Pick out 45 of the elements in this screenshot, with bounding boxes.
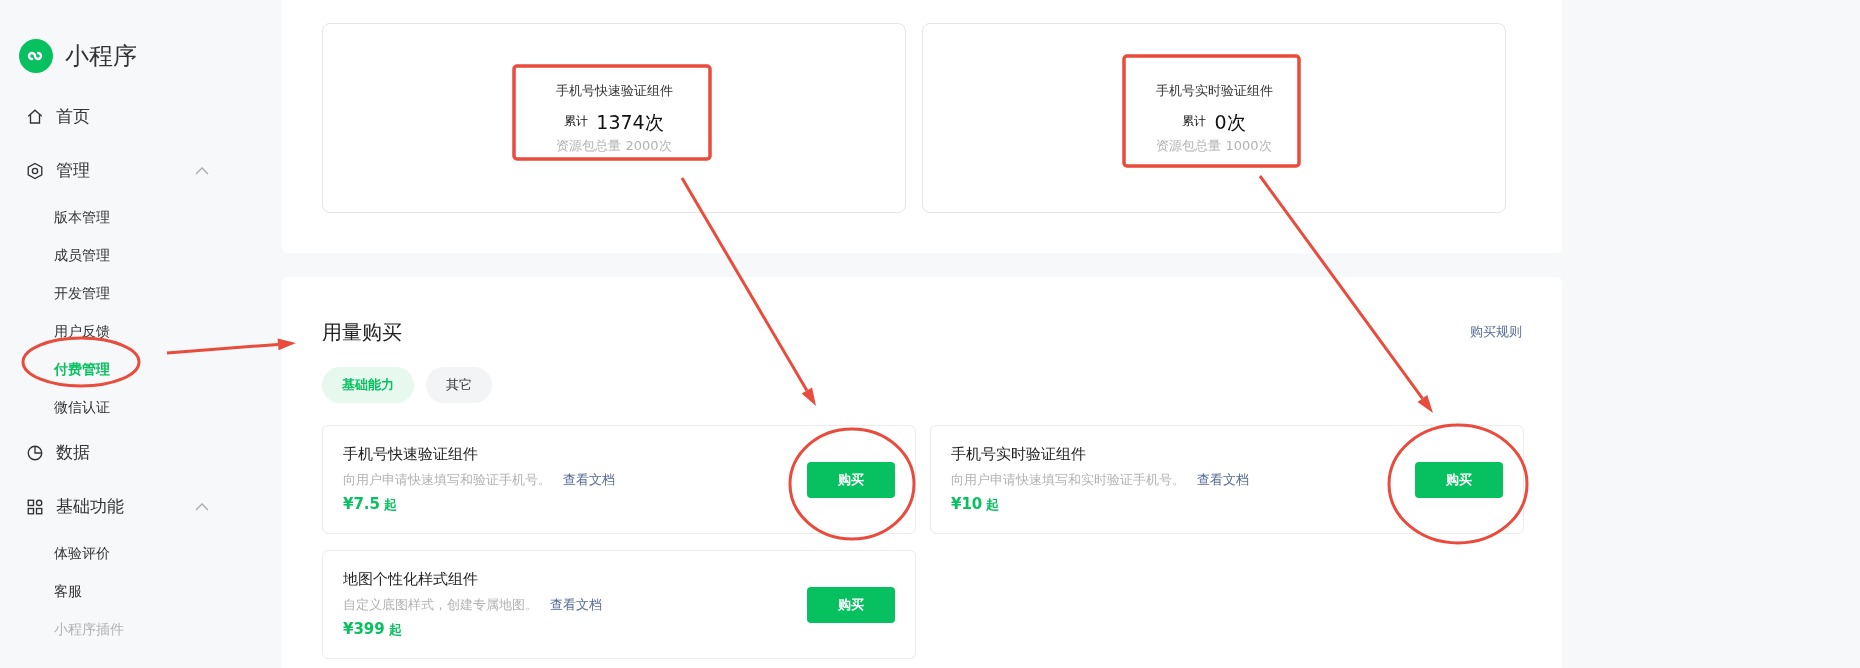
- chevron-icon[interactable]: [195, 503, 209, 511]
- docs-link[interactable]: 查看文档: [550, 594, 602, 615]
- nav-item[interactable]: 首页: [56, 104, 90, 130]
- grid-icon: [26, 498, 44, 516]
- rules-link[interactable]: 购买规则: [1470, 322, 1522, 342]
- price-suffix: 起: [986, 496, 1000, 515]
- section-title: 用量购买: [322, 319, 402, 346]
- usage-label: 累计: [1182, 113, 1207, 130]
- usage-total: 资源包总量 2000次: [556, 137, 672, 155]
- product-description: 自定义底图样式，创建专属地图。: [343, 595, 538, 614]
- usage-label: 累计: [564, 113, 589, 130]
- category-tab[interactable]: 其它: [426, 367, 492, 403]
- usage-count: 1374次: [596, 113, 664, 132]
- nav-item[interactable]: 基础功能: [56, 494, 124, 520]
- nav-subitem[interactable]: 客服: [54, 580, 82, 602]
- chevron-icon[interactable]: [195, 167, 209, 175]
- nav-subitem[interactable]: 微信认证: [54, 396, 110, 418]
- app-name: 小程序: [65, 41, 137, 72]
- usage-count: 0次: [1214, 113, 1246, 132]
- product-name: 手机号实时验证组件: [951, 444, 1087, 466]
- product-name: 地图个性化样式组件: [343, 569, 479, 591]
- docs-link[interactable]: 查看文档: [563, 469, 615, 490]
- settings-icon: [26, 162, 44, 180]
- usage-title: 手机号实时验证组件: [1155, 81, 1273, 100]
- nav-subitem[interactable]: 开发管理: [54, 282, 110, 304]
- docs-link[interactable]: 查看文档: [1197, 469, 1249, 490]
- home-icon: [26, 108, 44, 126]
- nav-subitem[interactable]: 用户反馈: [54, 320, 110, 342]
- product-name: 手机号快速验证组件: [343, 444, 479, 466]
- product-description: 向用户申请快速填写和实时验证手机号。: [951, 470, 1185, 489]
- product-price: ¥7.5: [343, 494, 380, 516]
- price-suffix: 起: [384, 496, 397, 515]
- nav-subitem[interactable]: 成员管理: [54, 244, 110, 266]
- usage-title: 手机号快速验证组件: [555, 81, 673, 100]
- nav-item[interactable]: 管理: [56, 158, 90, 184]
- nav-subitem[interactable]: 版本管理: [54, 206, 110, 228]
- usage-total: 资源包总量 1000次: [1156, 137, 1272, 155]
- pie-chart-icon: [26, 444, 44, 462]
- nav-subitem[interactable]: 体验评价: [54, 542, 110, 564]
- nav-item[interactable]: 数据: [56, 440, 90, 466]
- product-price: ¥399: [343, 619, 385, 641]
- logo-icon: [19, 39, 53, 73]
- product-price: ¥10: [951, 494, 983, 516]
- price-suffix: 起: [388, 621, 402, 640]
- product-description: 向用户申请快速填写和验证手机号。: [343, 470, 551, 489]
